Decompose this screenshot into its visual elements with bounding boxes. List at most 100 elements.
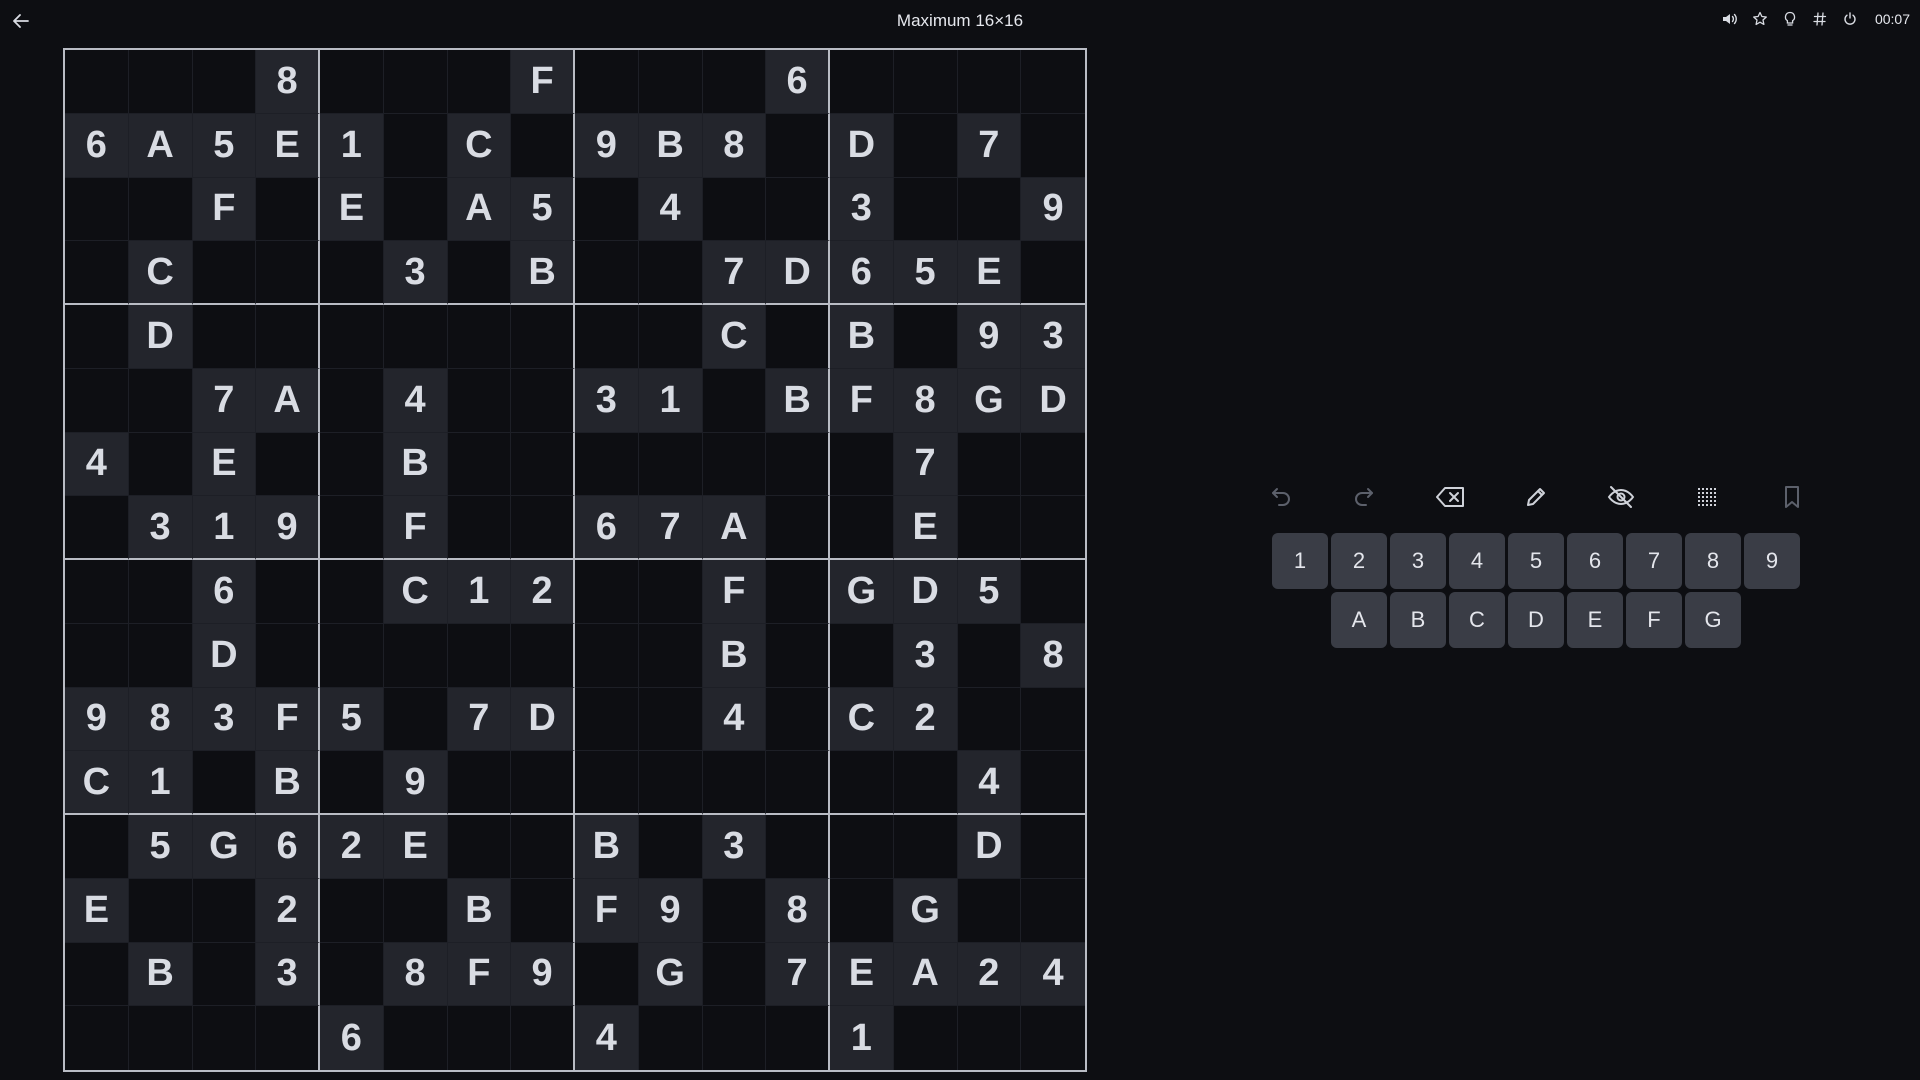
cell[interactable]: D	[957, 815, 1022, 879]
cell[interactable]: 3	[575, 368, 639, 433]
cell[interactable]: 2	[256, 878, 320, 943]
cell[interactable]	[383, 177, 448, 242]
cell[interactable]	[702, 751, 767, 815]
cell[interactable]: 8	[766, 878, 830, 943]
cell[interactable]: C	[65, 751, 129, 815]
cell[interactable]: 2	[320, 815, 384, 879]
cell[interactable]	[256, 1006, 320, 1070]
cell[interactable]	[447, 305, 512, 369]
cell[interactable]	[957, 177, 1022, 242]
cell[interactable]	[1021, 560, 1085, 624]
cell[interactable]: 1	[320, 113, 384, 178]
cell[interactable]	[1021, 241, 1085, 305]
cell[interactable]: D	[128, 305, 193, 369]
cell[interactable]	[256, 305, 320, 369]
bookmark-icon[interactable]	[1768, 474, 1816, 520]
cell[interactable]	[256, 177, 320, 242]
cell[interactable]: 1	[830, 1006, 894, 1070]
volume-icon[interactable]	[1721, 10, 1739, 28]
cell[interactable]	[766, 687, 830, 752]
cell[interactable]: D	[1021, 368, 1085, 433]
cell[interactable]: 7	[893, 432, 958, 497]
cell[interactable]	[958, 1006, 1022, 1070]
cell[interactable]: F	[192, 177, 257, 242]
cell[interactable]	[957, 50, 1022, 114]
cell[interactable]	[575, 687, 639, 752]
cell[interactable]: 6	[192, 560, 257, 624]
cell[interactable]	[447, 496, 512, 560]
key-e[interactable]: E	[1567, 592, 1623, 648]
cell[interactable]	[447, 751, 512, 815]
cell[interactable]: A	[447, 177, 512, 242]
cell[interactable]	[193, 1006, 257, 1070]
cell[interactable]: 2	[893, 687, 958, 752]
cell[interactable]	[447, 50, 512, 114]
cell[interactable]	[638, 687, 703, 752]
cell[interactable]: B	[511, 241, 575, 305]
cell[interactable]	[65, 50, 129, 114]
cell[interactable]	[575, 305, 639, 369]
cell[interactable]	[957, 687, 1022, 752]
cell[interactable]: 4	[383, 368, 448, 433]
cell[interactable]: G	[957, 368, 1022, 433]
cell[interactable]: C	[383, 560, 448, 624]
cell[interactable]	[1021, 751, 1085, 815]
cell[interactable]: G	[830, 560, 894, 624]
cell[interactable]	[383, 623, 448, 688]
cell[interactable]	[830, 751, 894, 815]
cell[interactable]	[128, 560, 193, 624]
cell[interactable]: 8	[702, 113, 767, 178]
cell[interactable]: 4	[702, 687, 767, 752]
cell[interactable]: 3	[893, 623, 958, 688]
cell[interactable]	[128, 623, 193, 688]
cell[interactable]	[575, 560, 639, 624]
cell[interactable]: F	[702, 560, 767, 624]
cell[interactable]: B	[256, 751, 320, 815]
key-c[interactable]: C	[1449, 592, 1505, 648]
cell[interactable]: F	[383, 496, 448, 560]
cell[interactable]	[256, 560, 320, 624]
cell[interactable]	[511, 623, 575, 688]
cell[interactable]	[448, 1006, 512, 1070]
cell[interactable]: G	[192, 815, 257, 879]
cell[interactable]: 3	[702, 815, 767, 879]
key-3[interactable]: 3	[1390, 533, 1446, 589]
cell[interactable]	[575, 241, 639, 305]
cell[interactable]: F	[575, 878, 639, 943]
cell[interactable]: C	[447, 113, 512, 178]
cell[interactable]: 9	[575, 113, 639, 178]
cell[interactable]: 6	[766, 50, 830, 114]
cell[interactable]	[192, 241, 257, 305]
key-b[interactable]: B	[1390, 592, 1446, 648]
cell[interactable]: 4	[638, 177, 703, 242]
cell[interactable]: 8	[256, 50, 320, 114]
cell[interactable]	[65, 623, 129, 688]
cell[interactable]: B	[638, 113, 703, 178]
cell[interactable]	[575, 50, 639, 114]
cell[interactable]: B	[702, 623, 767, 688]
cell[interactable]	[1021, 815, 1085, 879]
cell[interactable]	[1021, 50, 1085, 114]
cell[interactable]: G	[893, 878, 958, 943]
key-a[interactable]: A	[1331, 592, 1387, 648]
cell[interactable]	[256, 623, 320, 688]
cell[interactable]	[893, 113, 958, 178]
cell[interactable]: 8	[893, 368, 958, 433]
cell[interactable]	[957, 878, 1022, 943]
cell[interactable]	[830, 815, 894, 879]
cell[interactable]	[766, 623, 830, 688]
cell[interactable]: 6	[830, 241, 894, 305]
cell[interactable]: F	[256, 687, 320, 752]
key-9[interactable]: 9	[1744, 533, 1800, 589]
cell[interactable]: 5	[320, 687, 384, 752]
cell[interactable]	[1021, 688, 1085, 752]
cell[interactable]: E	[320, 177, 384, 242]
cell[interactable]	[511, 432, 575, 497]
cell[interactable]: D	[192, 623, 257, 688]
cell[interactable]	[575, 942, 639, 1007]
cell[interactable]: A	[702, 496, 767, 560]
cell[interactable]: 1	[128, 751, 193, 815]
cell[interactable]: D	[893, 560, 958, 624]
cell[interactable]	[575, 177, 639, 242]
cell[interactable]	[575, 623, 639, 688]
